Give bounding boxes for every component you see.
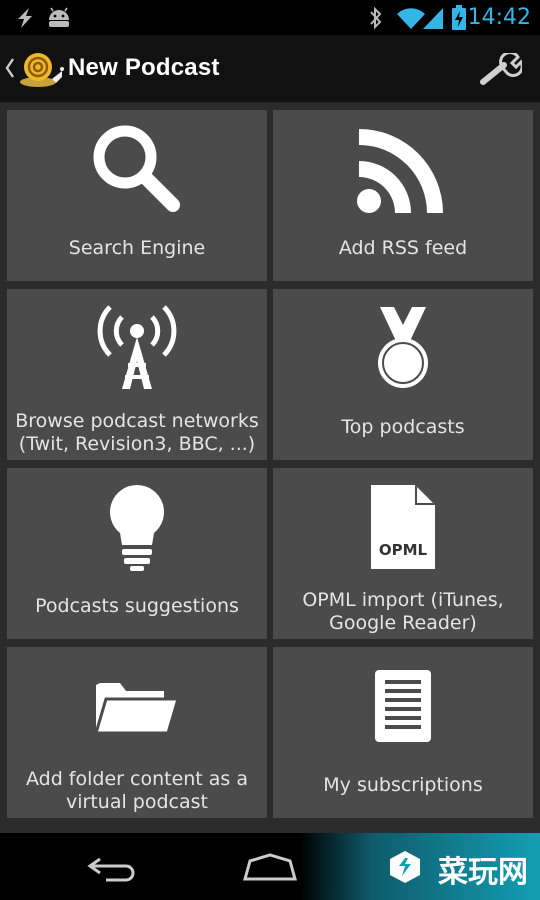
search-icon <box>93 125 180 212</box>
action-bar: New Podcast <box>0 35 540 103</box>
opml-file-icon: OPML <box>371 485 435 569</box>
tile-label: Podcasts suggestions <box>35 595 239 617</box>
list-document-icon <box>375 670 431 742</box>
watermark: 菜玩网 <box>300 833 540 900</box>
home-icon[interactable] <box>242 853 298 883</box>
wrench-icon <box>480 53 522 85</box>
tile-label: My subscriptions <box>323 774 483 796</box>
clock: 14:42 <box>467 5 531 30</box>
tile-add-folder-content[interactable]: Add folder content as a virtual podcast <box>7 647 267 818</box>
back-icon[interactable] <box>86 853 138 883</box>
flash-icon <box>18 8 32 28</box>
page-title: New Podcast <box>68 54 220 81</box>
lightbulb-icon <box>109 484 165 571</box>
folder-icon <box>93 683 181 735</box>
up-caret-icon[interactable] <box>5 57 15 79</box>
tile-label: Browse podcast networks (Twit, Revision3… <box>15 410 259 455</box>
watermark-text: 菜玩网 <box>438 855 528 890</box>
navigation-bar: 菜玩网 <box>0 833 540 900</box>
tile-label: Add RSS feed <box>338 237 468 259</box>
android-icon <box>49 7 69 27</box>
rss-icon <box>357 129 443 213</box>
tile-add-rss-feed[interactable]: Add RSS feed <box>273 110 533 281</box>
settings-button[interactable] <box>478 51 524 87</box>
tile-browse-networks[interactable]: Browse podcast networks (Twit, Revision3… <box>7 289 267 460</box>
tile-podcast-suggestions[interactable]: Podcasts suggestions <box>7 468 267 639</box>
bluetooth-icon <box>370 6 382 30</box>
tile-opml-import[interactable]: OPML OPML import (iTunes, Google Reader) <box>273 468 533 639</box>
snail-logo-icon[interactable] <box>18 49 64 89</box>
battery-icon <box>452 5 466 30</box>
options-grid: Search Engine Add RSS feed Browse podcas… <box>0 103 540 833</box>
svg-text:OPML: OPML <box>379 541 428 559</box>
tile-label: Top podcasts <box>341 416 465 438</box>
antenna-icon <box>97 305 177 389</box>
tile-search-engine[interactable]: Search Engine <box>7 110 267 281</box>
tile-label: Add folder content as a virtual podcast <box>25 768 249 813</box>
status-bar: 14:42 <box>0 0 540 35</box>
watermark-logo-icon <box>390 851 420 883</box>
tile-label: Search Engine <box>68 237 206 259</box>
tile-my-subscriptions[interactable]: My subscriptions <box>273 647 533 818</box>
signal-icon <box>423 8 443 29</box>
medal-icon <box>378 307 428 388</box>
tile-label: OPML import (iTunes, Google Reader) <box>302 589 504 634</box>
tile-top-podcasts[interactable]: Top podcasts <box>273 289 533 460</box>
